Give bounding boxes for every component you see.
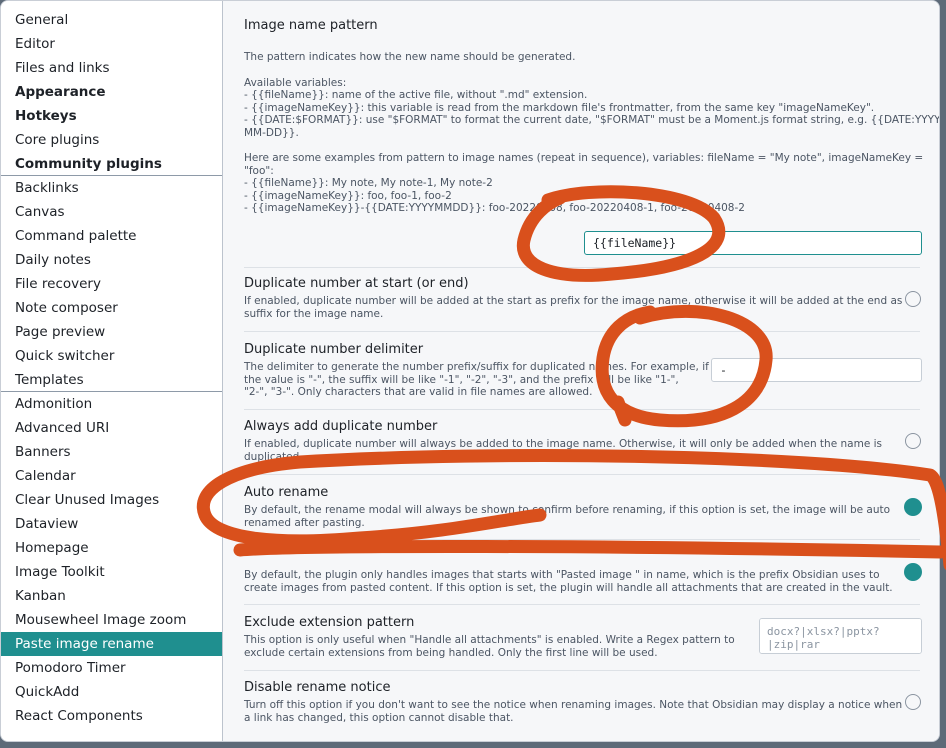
- sidebar-item-quick-switcher[interactable]: Quick switcher: [1, 344, 222, 368]
- desc-line: The pattern indicates how the new name s…: [244, 51, 576, 63]
- desc-line: create images from pasted content. If th…: [244, 581, 893, 594]
- sidebar-item-backlinks[interactable]: Backlinks: [1, 176, 222, 200]
- always-add-duplicate-toggle[interactable]: [905, 433, 921, 449]
- sidebar-item-daily-notes[interactable]: Daily notes: [1, 248, 222, 272]
- sidebar-item-file-recovery[interactable]: File recovery: [1, 272, 222, 296]
- desc-line: - {{imageNameKey}}: foo, foo-1, foo-2: [244, 189, 452, 202]
- sidebar-item-quickadd[interactable]: QuickAdd: [1, 680, 222, 704]
- sidebar-item-files-and-links[interactable]: Files and links: [1, 56, 222, 80]
- sidebar-item-dataview[interactable]: Dataview: [1, 512, 222, 536]
- sidebar-item-templates[interactable]: Templates: [1, 368, 222, 392]
- desc-line: exclude certain extensions from being ha…: [244, 646, 658, 659]
- auto-rename-toggle[interactable]: [904, 498, 922, 516]
- sidebar-item-pomodoro-timer[interactable]: Pomodoro Timer: [1, 656, 222, 680]
- desc-line: If enabled, duplicate number will be add…: [244, 295, 903, 307]
- sidebar-item-calendar[interactable]: Calendar: [1, 464, 222, 488]
- exclude-extension-input[interactable]: [759, 618, 922, 654]
- desc-line: If enabled, duplicate number will always…: [244, 438, 883, 450]
- sidebar-item-banners[interactable]: Banners: [1, 440, 222, 464]
- desc-line: Turn off this option if you don't want t…: [244, 699, 903, 711]
- desc-line: MM-DD}}.: [244, 126, 299, 139]
- setting-desc-image-name-pattern: The pattern indicates how the new name s…: [244, 51, 940, 215]
- setting-separator: [244, 267, 920, 268]
- setting-desc-disable-rename-notice: Turn off this option if you don't want t…: [244, 699, 902, 724]
- setting-separator: [244, 670, 920, 671]
- settings-window: General Editor Files and links Appearanc…: [0, 0, 940, 742]
- setting-title-always-add-duplicate: Always add duplicate number: [244, 419, 438, 434]
- setting-title-auto-rename: Auto rename: [244, 485, 329, 500]
- desc-line: The delimiter to generate the number pre…: [244, 361, 709, 373]
- handle-all-attachments-toggle[interactable]: [904, 563, 922, 581]
- desc-line: renamed after pasting.: [244, 516, 365, 529]
- desc-line: a link has changed, this option cannot d…: [244, 711, 514, 724]
- desc-line: suffix for the image name.: [244, 307, 384, 320]
- sidebar-item-image-toolkit[interactable]: Image Toolkit: [1, 560, 222, 584]
- desc-line: "foo":: [244, 164, 274, 177]
- sidebar-item-clear-unused-images[interactable]: Clear Unused Images: [1, 488, 222, 512]
- sidebar-item-homepage[interactable]: Homepage: [1, 536, 222, 560]
- desc-line: - {{imageNameKey}}-{{DATE:YYYYMMDD}}: fo…: [244, 202, 745, 214]
- setting-title-disable-rename-notice: Disable rename notice: [244, 680, 391, 695]
- sidebar-item-editor[interactable]: Editor: [1, 32, 222, 56]
- setting-separator: [244, 409, 920, 410]
- duplicate-at-start-toggle[interactable]: [905, 291, 921, 307]
- setting-separator: [244, 604, 920, 605]
- desc-line: Available variables:: [244, 76, 347, 89]
- setting-title-duplicate-at-start: Duplicate number at start (or end): [244, 276, 469, 291]
- setting-desc-exclude-extension: This option is only useful when "Handle …: [244, 634, 735, 659]
- sidebar-item-core-plugins[interactable]: Core plugins: [1, 128, 222, 152]
- setting-separator: [244, 539, 920, 540]
- sidebar-item-hotkeys[interactable]: Hotkeys: [1, 104, 222, 128]
- sidebar-item-community-plugins[interactable]: Community plugins: [1, 152, 222, 176]
- setting-desc-auto-rename: By default, the rename modal will always…: [244, 504, 890, 529]
- sidebar-item-kanban[interactable]: Kanban: [1, 584, 222, 608]
- setting-desc-always-add-duplicate: If enabled, duplicate number will always…: [244, 438, 882, 463]
- settings-sidebar: General Editor Files and links Appearanc…: [1, 1, 223, 741]
- desc-line: duplicated.: [244, 450, 303, 463]
- setting-desc-duplicate-delimiter: The delimiter to generate the number pre…: [244, 361, 709, 399]
- sidebar-item-advanced-uri[interactable]: Advanced URI: [1, 416, 222, 440]
- desc-line: - {{fileName}}: name of the active file,…: [244, 89, 588, 101]
- sidebar-item-general[interactable]: General: [1, 8, 222, 32]
- settings-content: Image name pattern The pattern indicates…: [223, 1, 939, 741]
- disable-rename-notice-toggle[interactable]: [905, 694, 921, 710]
- desc-line: the value is "-", the suffix will be lik…: [244, 373, 679, 386]
- setting-desc-duplicate-at-start: If enabled, duplicate number will be add…: [244, 295, 902, 320]
- sidebar-item-command-palette[interactable]: Command palette: [1, 224, 222, 248]
- desc-line: - {{DATE:$FORMAT}}: use "$FORMAT" to for…: [244, 114, 940, 126]
- sidebar-item-admonition[interactable]: Admonition: [1, 392, 222, 416]
- setting-title-image-name-pattern: Image name pattern: [244, 18, 378, 33]
- desc-line: By default, the plugin only handles imag…: [244, 569, 880, 581]
- desc-line: "2-", "3-". Only characters that are val…: [244, 386, 593, 398]
- setting-desc-handle-all-attachments: By default, the plugin only handles imag…: [244, 569, 893, 594]
- sidebar-item-react-components[interactable]: React Components: [1, 704, 222, 728]
- sidebar-item-appearance[interactable]: Appearance: [1, 80, 222, 104]
- desc-line: - {{fileName}}: My note, My note-1, My n…: [244, 177, 493, 189]
- desc-line: This option is only useful when "Handle …: [244, 634, 735, 646]
- setting-title-exclude-extension: Exclude extension pattern: [244, 615, 415, 630]
- sidebar-item-canvas[interactable]: Canvas: [1, 200, 222, 224]
- desc-line: Here are some examples from pattern to i…: [244, 152, 924, 164]
- desc-line: By default, the rename modal will always…: [244, 504, 891, 516]
- duplicate-delimiter-input[interactable]: [711, 358, 922, 382]
- setting-title-duplicate-delimiter: Duplicate number delimiter: [244, 342, 424, 357]
- desc-line: - {{imageNameKey}}: this variable is rea…: [244, 101, 875, 114]
- sidebar-item-note-composer[interactable]: Note composer: [1, 296, 222, 320]
- sidebar-item-mousewheel-image-zoom[interactable]: Mousewheel Image zoom: [1, 608, 222, 632]
- sidebar-item-paste-image-rename[interactable]: Paste image rename: [1, 632, 222, 656]
- setting-separator: [244, 474, 920, 475]
- sidebar-item-page-preview[interactable]: Page preview: [1, 320, 222, 344]
- image-name-pattern-input[interactable]: [584, 231, 922, 255]
- setting-separator: [244, 331, 920, 332]
